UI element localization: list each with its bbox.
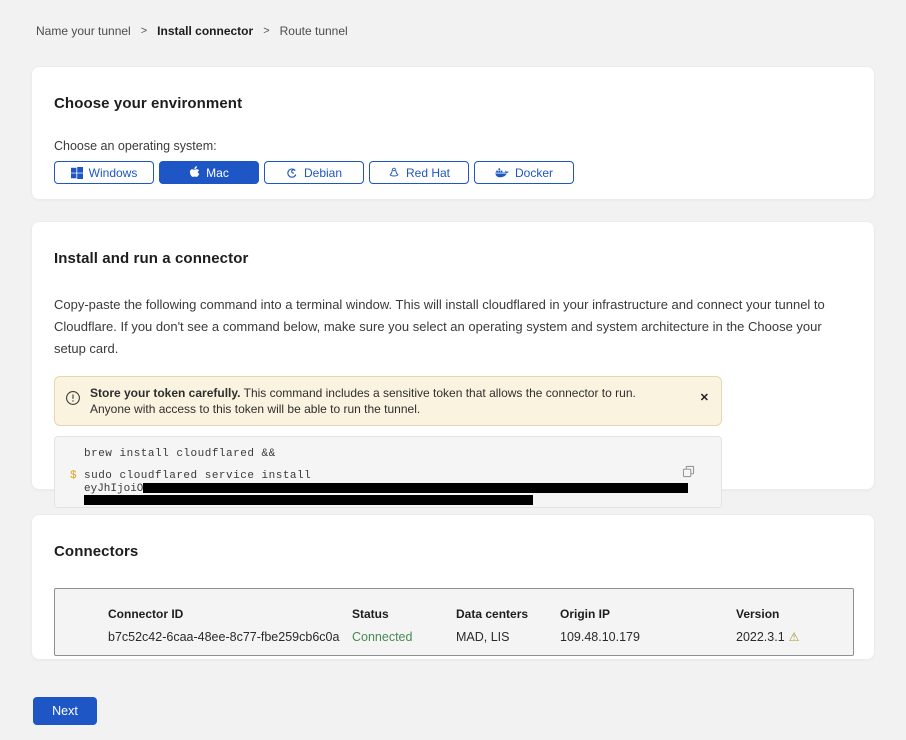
breadcrumb: Name your tunnel > Install connector > R… <box>0 0 906 38</box>
code-line-token-continued <box>84 495 721 506</box>
redaction-bar <box>84 495 533 505</box>
code-line-sudo: sudo cloudflared service install <box>84 470 721 482</box>
table-row: b7c52c42-6caa-48ee-8c77-fbe259cb6c0a Con… <box>108 630 853 644</box>
shell-prompt: $ <box>70 470 84 506</box>
origin-ip-value: 109.48.10.179 <box>560 630 736 644</box>
connector-id-value: b7c52c42-6caa-48ee-8c77-fbe259cb6c0a <box>108 630 352 644</box>
token-warning-text: Store your token carefully. This command… <box>90 385 678 417</box>
alert-circle-icon <box>65 390 81 411</box>
os-button-redhat[interactable]: Red Hat <box>369 161 469 184</box>
copy-icon[interactable] <box>682 465 695 481</box>
warning-triangle-icon: ⚠ <box>789 631 800 643</box>
apple-logo-icon <box>189 166 200 179</box>
col-header-origin-ip: Origin IP <box>560 607 736 621</box>
install-connector-card: Install and run a connector Copy-paste t… <box>31 221 875 490</box>
environment-card: Choose your environment Choose an operat… <box>31 66 875 200</box>
code-line-token: eyJhIjoiO <box>84 483 721 494</box>
data-centers-value: MAD, LIS <box>456 630 560 644</box>
os-button-label: Red Hat <box>406 166 450 180</box>
install-command-code-block: brew install cloudflared && $ sudo cloud… <box>54 436 722 508</box>
token-warning-banner: Store your token carefully. This command… <box>54 376 722 426</box>
connectors-card-title: Connectors <box>54 543 852 560</box>
debian-logo-icon <box>286 167 298 179</box>
environment-card-title: Choose your environment <box>54 95 852 112</box>
breadcrumb-step-route-tunnel[interactable]: Route tunnel <box>280 24 348 38</box>
os-button-label: Debian <box>304 166 342 180</box>
os-button-debian[interactable]: Debian <box>264 161 364 184</box>
token-prefix: eyJhIjoiO <box>84 483 143 495</box>
next-button[interactable]: Next <box>33 697 97 725</box>
os-button-group: Windows Mac Debian <box>54 161 852 184</box>
os-button-label: Windows <box>89 166 138 180</box>
col-header-status: Status <box>352 607 456 621</box>
col-header-version: Version <box>736 607 853 621</box>
status-badge: Connected <box>352 630 456 644</box>
token-warning-bold: Store your token carefully. <box>90 386 241 400</box>
breadcrumb-step-install-connector[interactable]: Install connector <box>157 24 253 38</box>
version-value: 2022.3.1 ⚠ <box>736 630 853 644</box>
col-header-connector-id: Connector ID <box>108 607 352 621</box>
col-header-data-centers: Data centers <box>456 607 560 621</box>
os-button-mac[interactable]: Mac <box>159 161 259 184</box>
code-line-brew: brew install cloudflared && <box>70 448 721 460</box>
os-select-label: Choose an operating system: <box>54 139 852 153</box>
os-button-label: Mac <box>206 166 229 180</box>
connectors-card: Connectors Connector ID Status Data cent… <box>31 514 875 660</box>
breadcrumb-separator: > <box>263 25 269 37</box>
windows-logo-icon <box>71 167 83 179</box>
install-card-description: Copy-paste the following command into a … <box>54 294 850 360</box>
redhat-logo-icon <box>388 167 400 179</box>
version-number: 2022.3.1 <box>736 630 785 644</box>
docker-logo-icon <box>495 167 509 178</box>
install-card-title: Install and run a connector <box>54 250 852 267</box>
os-button-windows[interactable]: Windows <box>54 161 154 184</box>
breadcrumb-separator: > <box>141 25 147 37</box>
connectors-table: Connector ID Status Data centers Origin … <box>54 588 854 656</box>
redaction-bar <box>143 483 688 493</box>
close-icon[interactable]: ✕ <box>698 391 711 406</box>
breadcrumb-step-name-tunnel[interactable]: Name your tunnel <box>36 24 131 38</box>
os-button-label: Docker <box>515 166 553 180</box>
connectors-table-header: Connector ID Status Data centers Origin … <box>108 607 853 621</box>
os-button-docker[interactable]: Docker <box>474 161 574 184</box>
